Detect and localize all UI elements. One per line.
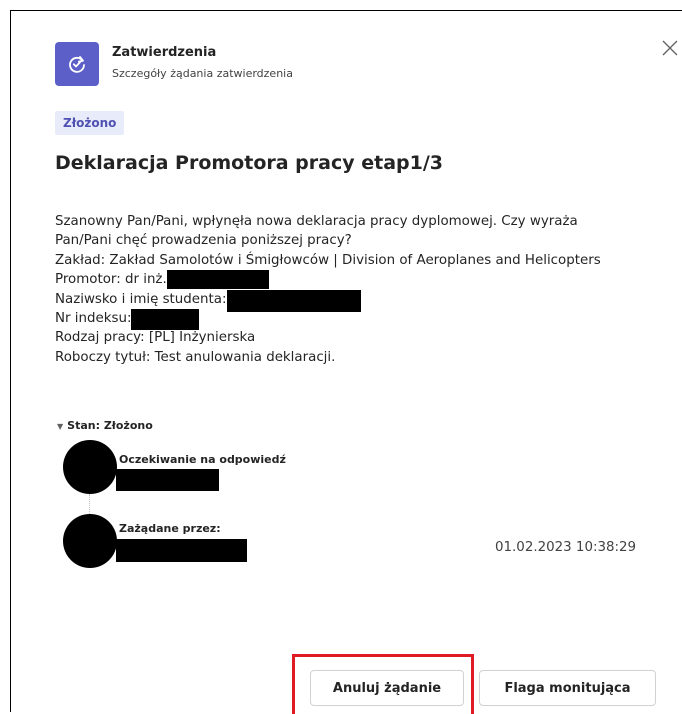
status-header-label: Stan: Złożono <box>67 419 153 432</box>
body-line: Roboczy tytuł: Test anulowania deklaracj… <box>55 349 336 365</box>
request-body: Szanowny Pan/Pani, wpłynęła nowa deklara… <box>55 212 601 367</box>
app-subtitle: Szczegóły żądania zatwierdzenia <box>112 67 293 80</box>
redaction-block <box>131 308 200 330</box>
student-line: Naziwsko i imię studenta: <box>55 289 601 312</box>
app-title: Zatwierdzenia <box>112 45 217 60</box>
index-label: Nr indeksu: <box>55 310 132 326</box>
status-badge: Złożono <box>55 111 125 135</box>
promotor-line: Promotor: dr inż. <box>55 270 601 290</box>
redaction-block <box>116 539 247 562</box>
flag-reminder-button[interactable]: Flaga monitująca <box>479 670 656 706</box>
page-title: Deklaracja Promotora pracy etap1/3 <box>55 152 443 174</box>
avatar <box>63 514 117 568</box>
step-label: Zażądane przez: <box>119 522 221 535</box>
timestamp: 01.02.2023 10:38:29 <box>495 540 637 555</box>
student-label: Naziwsko i imię studenta: <box>55 291 227 307</box>
promotor-label: Promotor: dr inż. <box>55 272 167 288</box>
highlight-box <box>292 654 474 714</box>
approvals-icon <box>55 42 99 86</box>
step-label: Oczekiwanie na odpowiedź <box>119 453 286 466</box>
body-line: Pan/Pani chęć prowadzenia poniższej prac… <box>55 233 352 249</box>
body-line: Szanowny Pan/Pani, wpłynęła nowa deklara… <box>55 214 578 229</box>
step-connector <box>89 494 90 516</box>
redaction-block <box>226 289 361 312</box>
redaction-block <box>116 469 219 491</box>
avatar <box>63 440 117 494</box>
body-line: Zakład: Zakład Samolotów i Śmigłowców | … <box>55 252 601 268</box>
collapse-triangle-icon: ▼ <box>57 422 64 431</box>
status-header[interactable]: ▼ Stan: Złożono <box>57 419 153 432</box>
index-line: Nr indeksu: <box>55 308 601 330</box>
close-icon[interactable] <box>661 39 679 57</box>
body-line: Rodzaj pracy: [PL] Inżynierska <box>55 330 256 346</box>
redaction-block <box>166 270 269 290</box>
